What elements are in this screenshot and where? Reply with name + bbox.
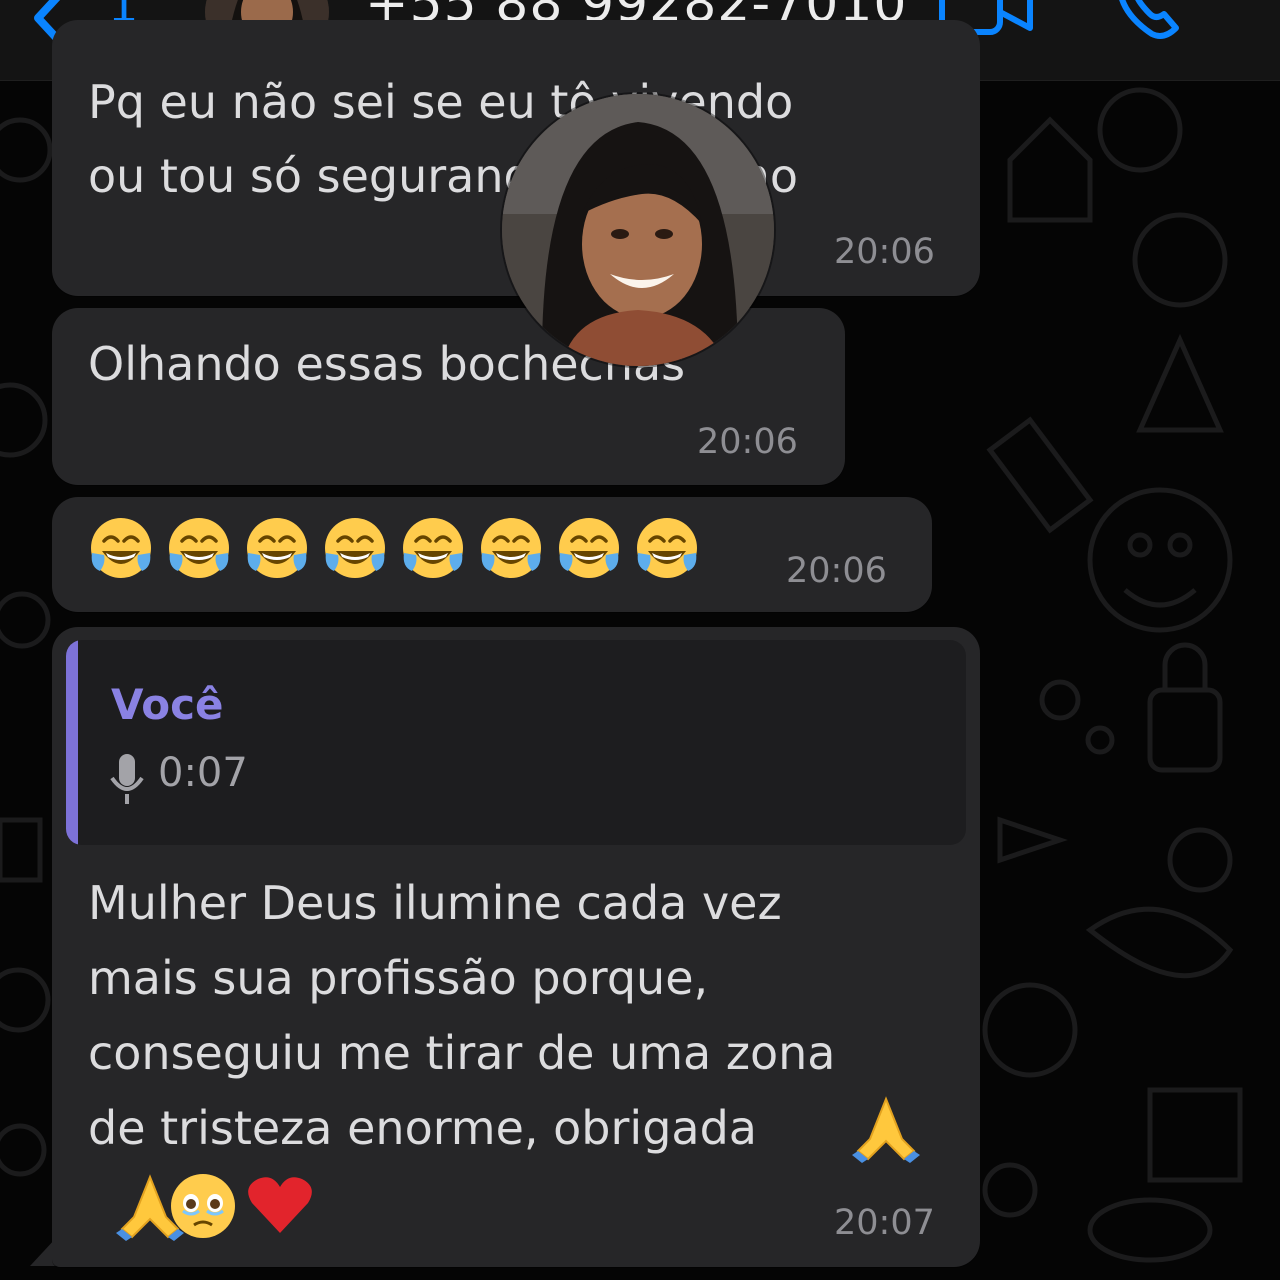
tears-of-joy-icon xyxy=(91,518,151,578)
tears-of-joy-icon xyxy=(559,518,619,578)
tears-of-joy-icon xyxy=(247,518,307,578)
tears-of-joy-icon xyxy=(637,518,697,578)
message-timestamp: 20:06 xyxy=(834,232,935,272)
voice-duration: 0:07 xyxy=(158,750,248,796)
profile-photo-popup[interactable] xyxy=(502,94,774,366)
red-heart-icon xyxy=(248,1177,312,1233)
message-timestamp: 20:06 xyxy=(786,551,887,591)
message-line: Mulher Deus ilumine cada vez xyxy=(88,876,782,930)
emoji-row xyxy=(88,515,700,581)
message-timestamp: 20:06 xyxy=(697,422,798,462)
quote-author: Você xyxy=(111,680,224,729)
message-line: mais sua profissão porque, xyxy=(88,951,709,1005)
quoted-message[interactable]: Você 0:07 xyxy=(66,640,966,845)
quote-accent-bar xyxy=(66,640,78,845)
message-line: conseguiu me tirar de uma zona xyxy=(88,1026,836,1080)
tears-of-joy-icon xyxy=(325,518,385,578)
folded-hands-icon xyxy=(852,1096,920,1163)
tears-of-joy-icon xyxy=(481,518,541,578)
tears-of-joy-icon xyxy=(403,518,463,578)
face-holding-back-tears-icon xyxy=(171,1174,235,1238)
message-timestamp: 20:07 xyxy=(834,1203,935,1243)
tears-of-joy-icon xyxy=(169,518,229,578)
phone-icon[interactable] xyxy=(1112,0,1188,40)
message-bubble[interactable]: Olhando essas bochechas 20:06 xyxy=(52,308,845,485)
microphone-icon xyxy=(110,754,144,804)
message-line: de tristeza enorme, obrigada xyxy=(88,1101,757,1155)
